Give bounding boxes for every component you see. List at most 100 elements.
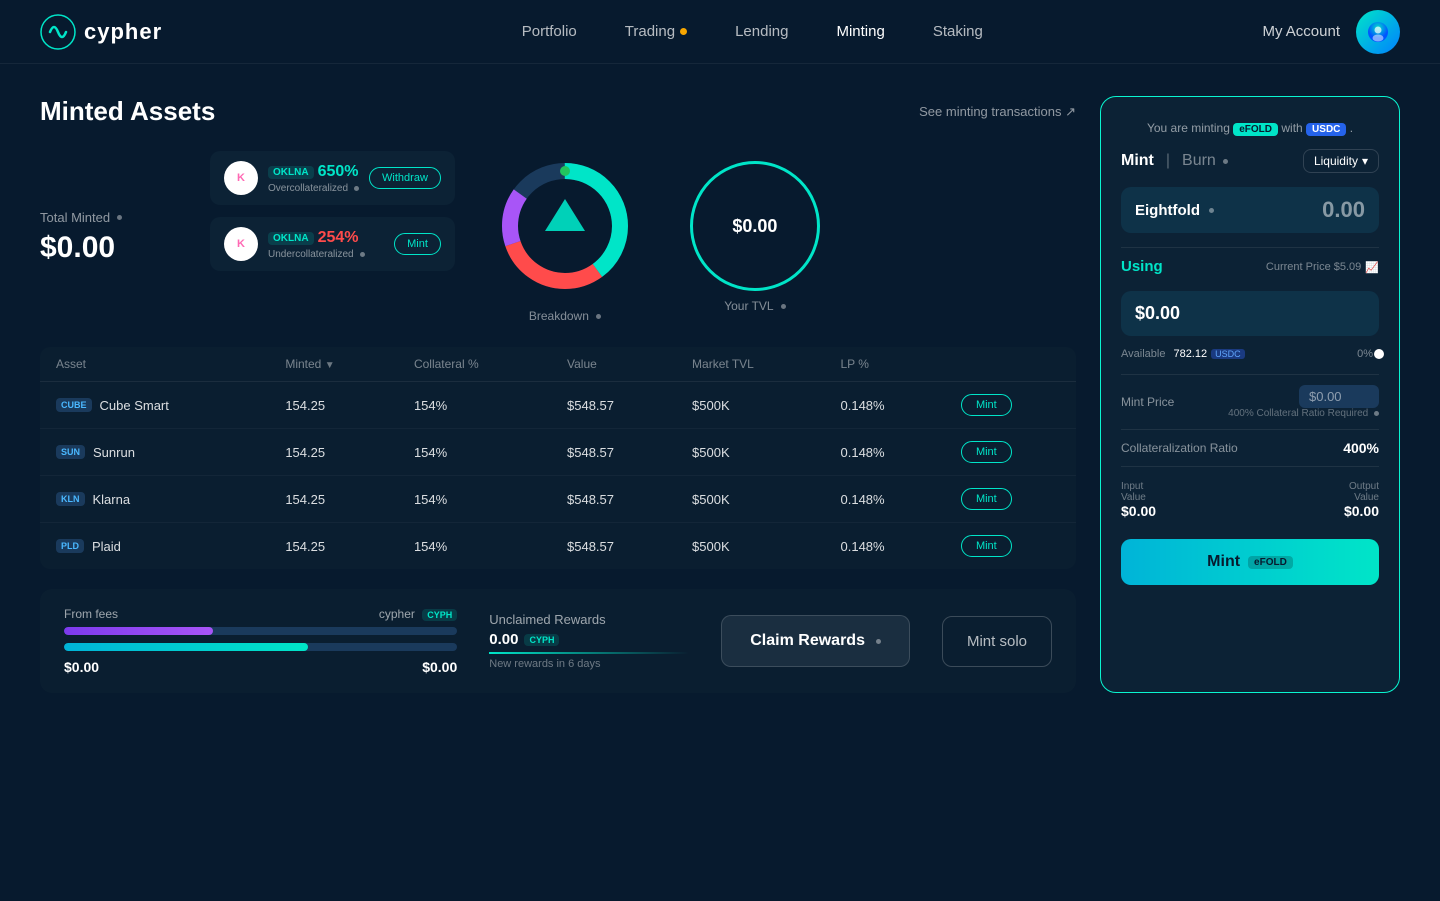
nav-lending[interactable]: Lending <box>735 23 788 40</box>
asset-name-0: Cube Smart <box>100 398 169 413</box>
mint-price-input[interactable] <box>1299 385 1379 408</box>
claim-rewards-button[interactable]: Claim Rewards <box>721 615 910 667</box>
content-top: Total Minted $0.00 K OKLNA 650% <box>40 151 1076 323</box>
tab-burn[interactable]: Burn <box>1182 152 1228 170</box>
output-value: $0.00 <box>1344 503 1379 519</box>
liquidity-dropdown[interactable]: Liquidity ▾ <box>1303 149 1379 173</box>
logo[interactable]: cypher <box>40 14 162 50</box>
usdc-badge: USDC <box>1306 123 1346 136</box>
row-mint-button-0[interactable]: Mint <box>961 394 1012 416</box>
total-minted-value: $0.00 <box>40 231 190 265</box>
nav-minting[interactable]: Minting <box>836 23 884 40</box>
from-fees-value: $0.00 <box>64 659 99 675</box>
tvl-value: $0.00 <box>732 216 777 237</box>
collateral-action-1: Mint <box>394 233 441 255</box>
total-minted-label: Total Minted <box>40 210 190 225</box>
total-minted-info-icon[interactable] <box>117 215 122 220</box>
usdc-amount-input[interactable] <box>1121 291 1379 336</box>
slider-thumb[interactable] <box>1374 349 1384 359</box>
my-account-link[interactable]: My Account <box>1262 23 1340 40</box>
donut-section: Breakdown <box>475 151 655 323</box>
table-row: KLN Klarna 154.25 154% $548.57 $500K 0.1… <box>40 476 1076 523</box>
unclaimed-block: Unclaimed Rewards 0.00 CYPH New rewards … <box>489 612 689 670</box>
tvl-circle: $0.00 <box>690 161 820 291</box>
minted-1: 154.25 <box>269 429 398 476</box>
value-1: $548.57 <box>551 429 676 476</box>
output-value-label: OutputValue <box>1344 481 1379 503</box>
unclaimed-label: Unclaimed Rewards <box>489 612 689 627</box>
row-mint-button-2[interactable]: Mint <box>961 488 1012 510</box>
collateral-info-1: OKLNA 254% Undercollateralized <box>268 228 384 261</box>
col-minted[interactable]: Minted ▼ <box>269 347 398 382</box>
nav-portfolio[interactable]: Portfolio <box>522 23 577 40</box>
user-avatar[interactable] <box>1356 10 1400 54</box>
asset-name-3: Plaid <box>92 539 121 554</box>
rewards-bars: From fees cypher CYPH $0.00 $0.00 <box>64 607 457 675</box>
new-rewards-text: New rewards in 6 days <box>489 658 689 670</box>
collateral-3: 154% <box>398 523 551 570</box>
cypher-bar-track <box>64 643 457 651</box>
total-minted-box: Total Minted $0.00 <box>40 151 190 323</box>
asset-badge-3: PLD <box>56 539 84 553</box>
collateral-info-icon-0[interactable] <box>354 186 359 191</box>
nav-trading[interactable]: Trading <box>625 23 687 40</box>
table-row: PLD Plaid 154.25 154% $548.57 $500K 0.14… <box>40 523 1076 570</box>
asset-name-2: Klarna <box>93 492 131 507</box>
nav-links: Portfolio Trading Lending Minting Stakin… <box>242 23 1262 40</box>
input-value: $0.00 <box>1121 503 1156 519</box>
input-value-block: InputValue $0.00 <box>1121 481 1156 519</box>
from-fees-label: From fees <box>64 607 118 621</box>
asset-cell-1: SUN Sunrun <box>56 445 253 460</box>
rewards-label: cypher CYPH <box>379 607 457 621</box>
asset-info-icon[interactable] <box>1209 208 1214 213</box>
collateral-cards: K OKLNA 650% Overcollateralized Withdraw <box>210 151 455 323</box>
col-lp: LP % <box>825 347 945 382</box>
row-mint-button-1[interactable]: Mint <box>961 441 1012 463</box>
row-mint-button-3[interactable]: Mint <box>961 535 1012 557</box>
collateral-info-icon-1[interactable] <box>360 252 365 257</box>
lp-0: 0.148% <box>825 382 945 429</box>
mint-collateral-button[interactable]: Mint <box>394 233 441 255</box>
collateral-pct-0: 650% <box>318 163 359 181</box>
oklna-badge-0: OKLNA <box>268 166 314 179</box>
see-transactions-link[interactable]: See minting transactions ↗ <box>919 104 1076 120</box>
tvl-label: Your TVL <box>724 299 785 313</box>
collateralization-label: Collateralization Ratio <box>1121 441 1238 455</box>
unclaimed-badge: CYPH <box>524 634 559 646</box>
nav-staking[interactable]: Staking <box>933 23 983 40</box>
io-values-row: InputValue $0.00 OutputValue $0.00 <box>1121 481 1379 519</box>
input-value-label: InputValue <box>1121 481 1156 503</box>
col-actions <box>945 347 1076 382</box>
claim-info-icon <box>876 639 881 644</box>
lp-2: 0.148% <box>825 476 945 523</box>
mint-action-button[interactable]: Mint eFOLD <box>1121 539 1379 585</box>
cyph-badge: CYPH <box>422 609 457 621</box>
asset-cell-3: PLD Plaid <box>56 539 253 554</box>
tvl-info-icon[interactable] <box>781 304 786 309</box>
asset-cell-2: KLN Klarna <box>56 492 253 507</box>
page-header: Minted Assets See minting transactions ↗ <box>40 96 1076 127</box>
fees-bar-track <box>64 627 457 635</box>
asset-input-value[interactable]: 0.00 <box>1322 197 1365 223</box>
withdraw-button[interactable]: Withdraw <box>369 167 441 189</box>
market-tvl-2: $500K <box>676 476 824 523</box>
tab-mint[interactable]: Mint <box>1121 152 1154 170</box>
table-row: CUBE Cube Smart 154.25 154% $548.57 $500… <box>40 382 1076 429</box>
mint-solo-button[interactable]: Mint solo <box>942 616 1052 667</box>
collateral-req-info-icon[interactable] <box>1374 411 1379 416</box>
breakdown-info-icon[interactable] <box>596 314 601 319</box>
price-chart-icon[interactable]: 📈 <box>1365 261 1379 274</box>
collateral-2: 154% <box>398 476 551 523</box>
collateral-1: 154% <box>398 429 551 476</box>
minting-label: You are minting eFOLD with USDC . <box>1121 121 1379 135</box>
navbar: cypher Portfolio Trading Lending Minting… <box>0 0 1440 64</box>
minted-3: 154.25 <box>269 523 398 570</box>
page-title: Minted Assets <box>40 96 215 127</box>
right-panel: You are minting eFOLD with USDC . Mint |… <box>1100 96 1400 693</box>
pct-label: 0% <box>1357 348 1373 360</box>
section-divider-2 <box>1121 374 1379 375</box>
nav-right: My Account <box>1262 10 1400 54</box>
col-value: Value <box>551 347 676 382</box>
asset-cell-0: CUBE Cube Smart <box>56 398 253 413</box>
burn-info-icon <box>1223 159 1228 164</box>
